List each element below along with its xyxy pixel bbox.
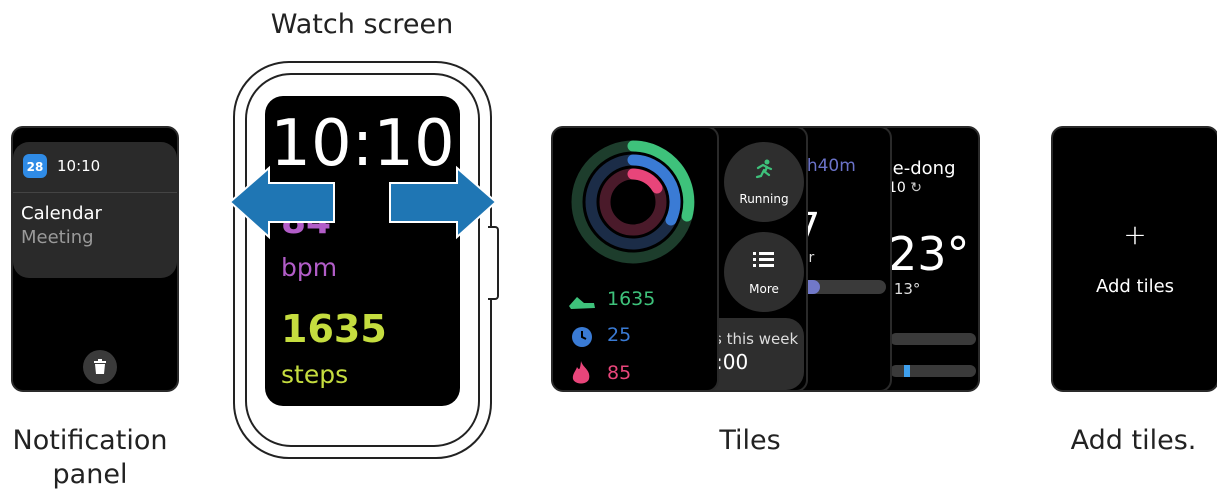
caption-tiles: Tiles	[719, 425, 781, 456]
more-label: More	[749, 282, 779, 296]
week-label: s this week	[714, 330, 799, 348]
running-label: Running	[739, 192, 789, 206]
weather-location: ye-dong	[882, 158, 956, 179]
more-shortcut[interactable]: More	[724, 232, 804, 312]
add-tile-label[interactable]: Add tiles	[1053, 276, 1217, 297]
add-tile-plus-icon[interactable]: +	[1053, 218, 1217, 251]
caption-notification-panel: Notification panel	[12, 425, 168, 490]
activity-calories: 85	[607, 362, 632, 384]
trash-icon	[94, 359, 106, 374]
notification-time: 10:10	[57, 157, 101, 175]
tile-activity[interactable]: 1635 25 85	[551, 126, 719, 392]
notification-panel-screen: 28 10:10 Calendar Meeting	[11, 126, 179, 392]
weather-temp: 23°	[888, 227, 970, 281]
running-icon	[755, 159, 773, 179]
clock-icon	[572, 327, 592, 347]
caption-watch-screen: Watch screen	[270, 9, 454, 40]
notification-event: Meeting	[21, 227, 94, 248]
activity-minutes: 25	[607, 324, 632, 346]
watch-time: 10:10	[270, 107, 455, 181]
week-value: :00	[716, 350, 749, 374]
add-tiles-screen: + Add tiles	[1051, 126, 1217, 392]
caption-add-tiles: Add tiles.	[1070, 425, 1197, 456]
delete-button[interactable]	[83, 350, 117, 384]
steps-value: 1635	[281, 307, 387, 351]
weather-bar-2	[890, 365, 976, 377]
refresh-icon[interactable]: ↻	[910, 180, 922, 196]
weather-updated-row: 10 ↻	[888, 180, 922, 196]
heart-rate-value: 84	[281, 201, 332, 242]
activity-heart-rings	[571, 140, 695, 264]
list-icon	[753, 252, 774, 267]
notification-divider	[13, 192, 177, 193]
calendar-date-badge: 28	[26, 160, 44, 174]
activity-steps: 1635	[607, 288, 656, 310]
watch-display: 10:10 84 bpm 1635 steps	[265, 96, 460, 406]
calendar-icon: 28	[23, 154, 47, 178]
watch-side-button[interactable]	[488, 226, 499, 300]
weather-bar-2-fill	[904, 365, 910, 377]
running-shortcut[interactable]: Running	[724, 142, 804, 222]
weather-bar-1	[890, 333, 976, 345]
notification-app-name: Calendar	[21, 203, 102, 224]
shoe-icon	[569, 297, 595, 309]
steps-unit: steps	[281, 360, 349, 389]
heart-rate-unit: bpm	[281, 253, 338, 282]
flame-icon	[572, 361, 590, 384]
